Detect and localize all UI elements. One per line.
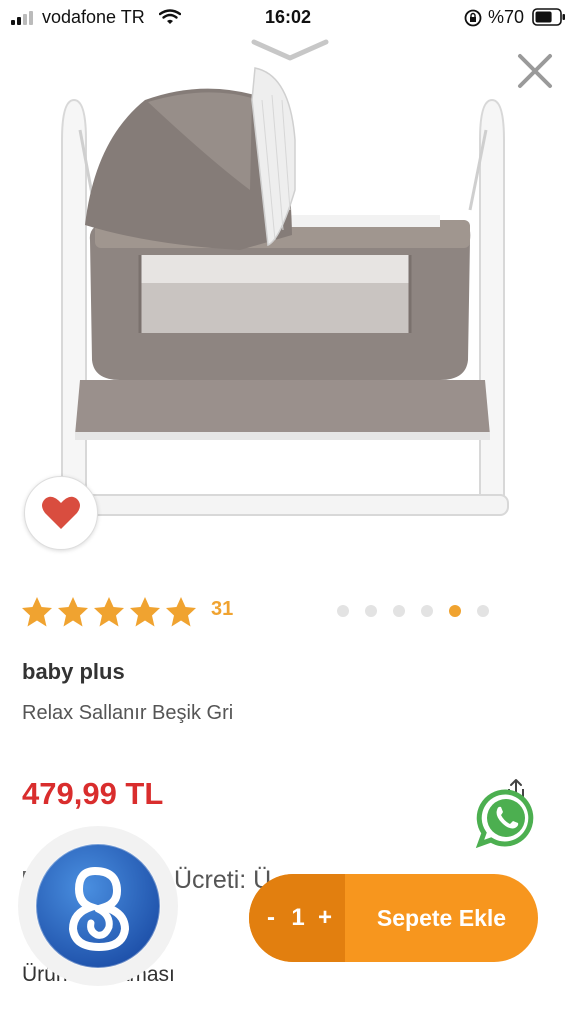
- product-price: 479,99 TL: [22, 776, 164, 811]
- favorite-button[interactable]: [24, 476, 98, 550]
- status-bar: vodafone TR 16:02 %70: [0, 0, 576, 36]
- orientation-lock-icon: [464, 9, 482, 27]
- product-brand[interactable]: baby plus: [22, 659, 125, 685]
- heart-icon: [42, 496, 80, 529]
- review-count[interactable]: 31: [211, 598, 233, 621]
- star-icon: [22, 597, 52, 627]
- star-icon: [130, 597, 160, 627]
- pager-dot[interactable]: [365, 605, 377, 617]
- quantity-increase-button[interactable]: +: [313, 904, 337, 932]
- battery-icon: [532, 8, 565, 26]
- product-title: Relax Sallanır Beşik Gri: [22, 702, 234, 724]
- pager-dot[interactable]: [337, 605, 349, 617]
- pager-dot[interactable]: [477, 605, 489, 617]
- star-icon: [166, 597, 196, 627]
- battery-percent: %70: [488, 7, 525, 27]
- quantity-decrease-button[interactable]: -: [259, 904, 283, 932]
- star-icon: [58, 597, 88, 627]
- quantity-value: 1: [291, 904, 305, 931]
- add-to-cart-button[interactable]: Sepete Ekle: [345, 874, 538, 962]
- support-chat-button[interactable]: [18, 826, 178, 986]
- pull-down-handle-icon[interactable]: [250, 38, 330, 62]
- star-icon: [94, 597, 124, 627]
- quantity-stepper: - 1 +: [249, 874, 345, 962]
- close-icon[interactable]: [514, 50, 556, 92]
- add-to-cart-bar: - 1 + Sepete Ekle: [249, 874, 538, 962]
- image-pager-dots: [337, 605, 489, 617]
- whatsapp-icon[interactable]: [474, 786, 538, 850]
- product-image[interactable]: [40, 40, 540, 530]
- pager-dot[interactable]: [421, 605, 433, 617]
- rating-stars: [20, 595, 198, 629]
- pager-dot[interactable]: [393, 605, 405, 617]
- brand-logo-icon: [35, 843, 161, 969]
- shipping-label: Ücreti: Ü: [174, 866, 272, 894]
- pager-dot[interactable]: [449, 605, 461, 617]
